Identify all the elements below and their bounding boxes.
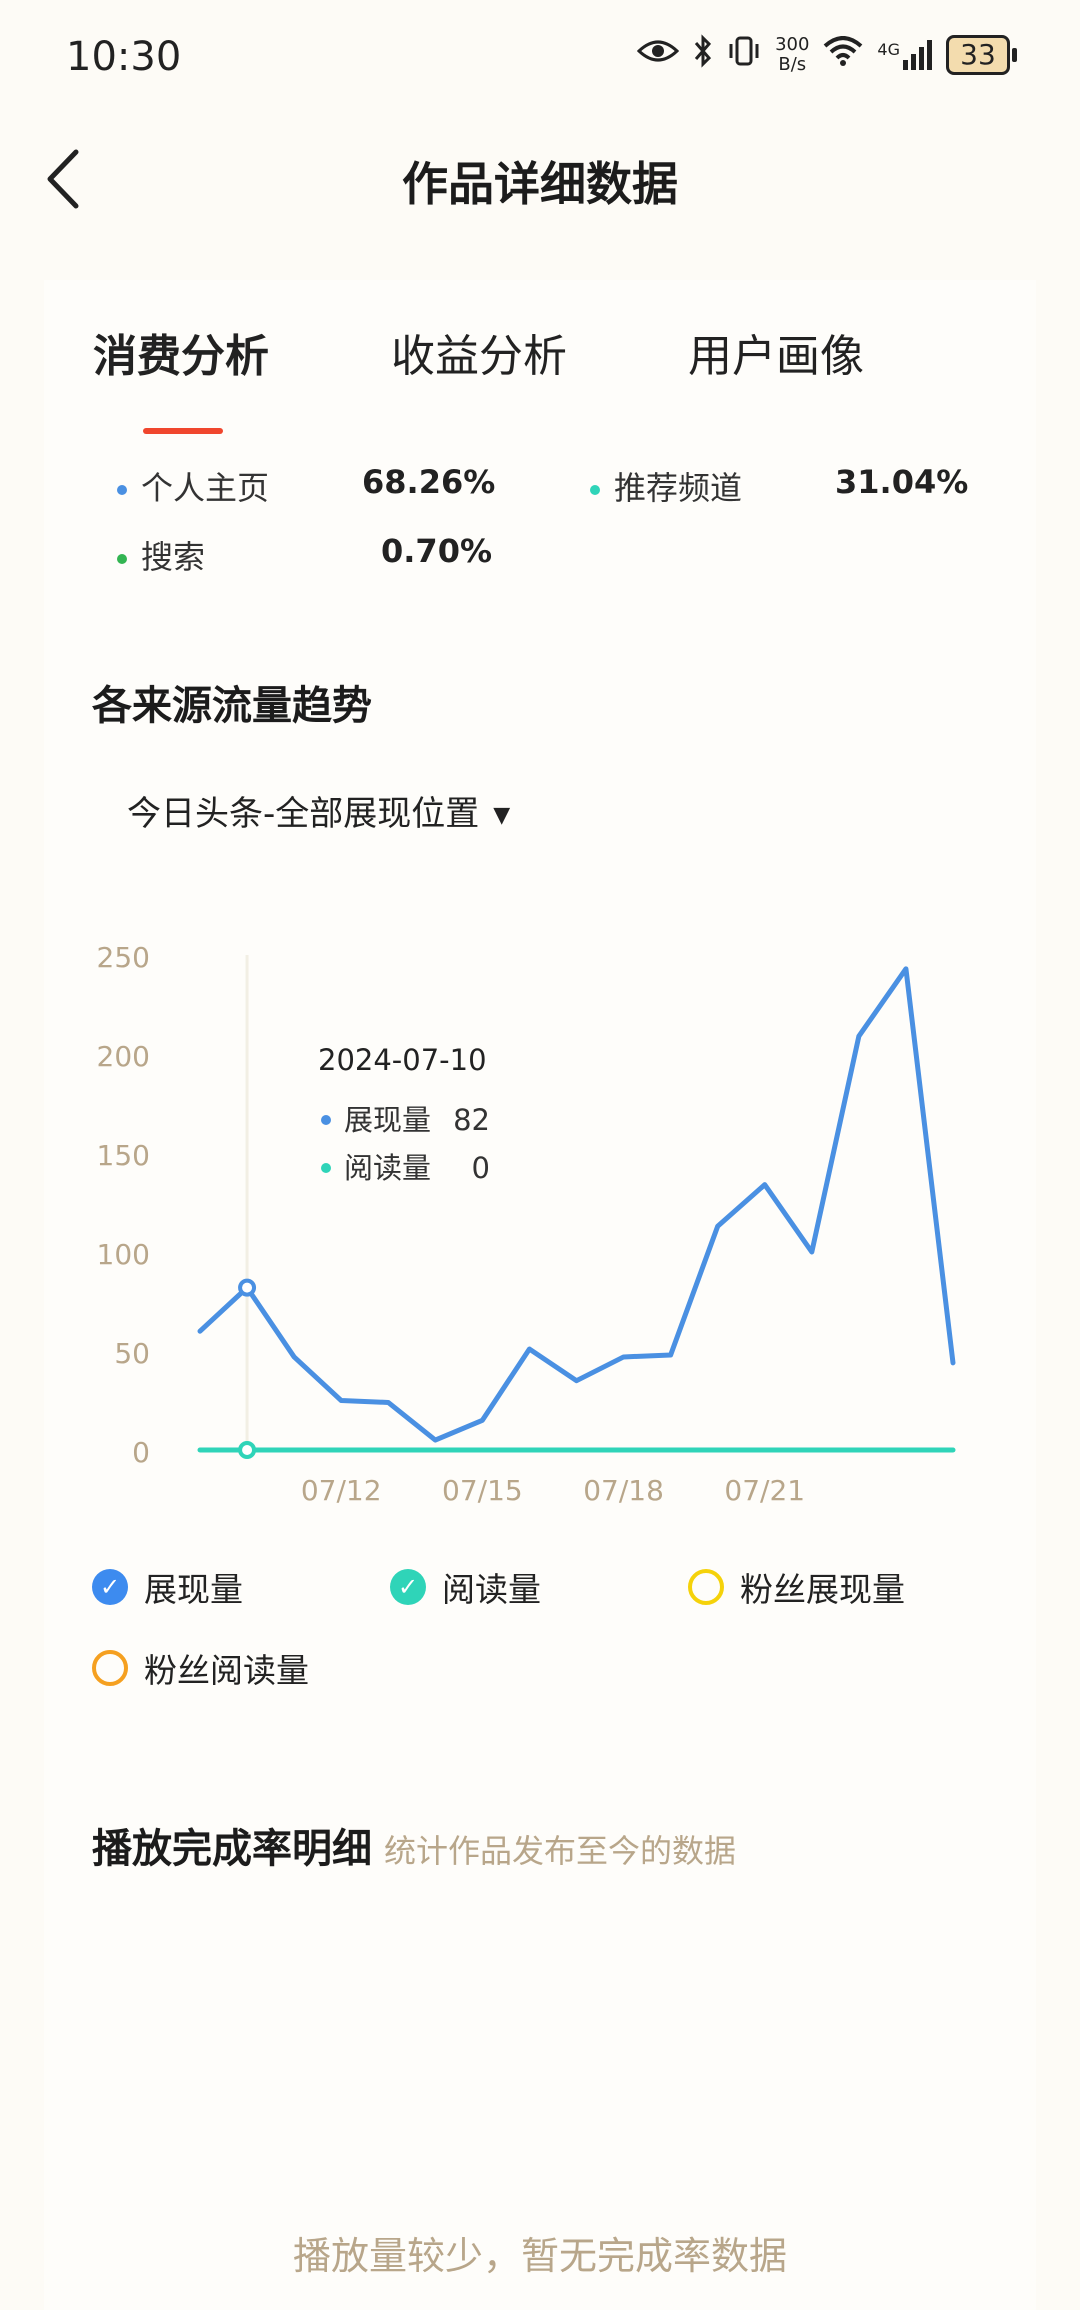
- traffic-trend-chart[interactable]: 0 50 100 150 200 250 07/12 07/15 07/18 07/21 2024-…: [0, 900, 1080, 1520]
- legend-dot: [117, 554, 127, 564]
- status-bar: 10:30 300 B/s 4G 33: [0, 0, 1080, 120]
- y-tick-label: 150: [97, 1139, 150, 1172]
- series-toggle-fan-reads[interactable]: 粉丝阅读量: [92, 1644, 309, 1692]
- source-select-dropdown[interactable]: 今日头条-全部展现位置 ▼: [127, 786, 510, 835]
- status-icons: 300 B/s 4G 33: [636, 34, 1017, 76]
- nav-bar: 作品详细数据: [0, 130, 1080, 230]
- x-tick-label: 07/12: [301, 1474, 382, 1507]
- tooltip-value: 82: [453, 1103, 490, 1137]
- vibrate-icon: [727, 36, 761, 74]
- tooltip-value: 0: [472, 1151, 490, 1185]
- tab-user-profile[interactable]: 用户画像: [688, 320, 864, 384]
- tab-consumption-analysis[interactable]: 消费分析: [93, 320, 269, 384]
- tooltip-label: 阅读量: [344, 1151, 431, 1185]
- series-toggle-fan-impressions[interactable]: 粉丝展现量: [688, 1563, 905, 1611]
- signal-icon: 4G: [877, 40, 932, 70]
- y-tick-label: 250: [97, 941, 150, 974]
- highlight-point: [238, 1441, 257, 1459]
- eye-icon: [636, 37, 680, 73]
- source-value-recommend: 31.04%: [835, 463, 969, 501]
- y-tick-label: 0: [132, 1436, 150, 1469]
- tooltip-date: 2024-07-10: [318, 1043, 487, 1077]
- checked-circle-icon: ✓: [92, 1569, 128, 1605]
- source-legend-search: 搜索: [117, 532, 205, 578]
- y-tick-label: 100: [97, 1238, 150, 1271]
- source-value-search: 0.70%: [381, 532, 493, 570]
- source-legend-recommend: 推荐频道: [590, 463, 742, 509]
- tab-bar: 消费分析 收益分析 用户画像: [48, 320, 948, 440]
- completion-subtitle: 统计作品发布至今的数据: [384, 1832, 737, 1870]
- series-line-impressions: [197, 966, 956, 1443]
- x-tick-label: 07/15: [442, 1474, 523, 1507]
- net-speed: 300 B/s: [775, 34, 810, 75]
- battery-icon: 33: [946, 35, 1017, 75]
- highlight-point: [238, 1278, 257, 1297]
- source-legend-personal: 个人主页: [117, 463, 269, 509]
- legend-dot: [590, 485, 600, 495]
- completion-empty-message: 播放量较少，暂无完成率数据: [292, 2234, 787, 2278]
- trend-section-title: 各来源流量趋势: [92, 683, 372, 729]
- y-tick-label: 200: [97, 1040, 150, 1073]
- status-time: 10:30: [66, 34, 182, 80]
- unchecked-circle-icon: [92, 1650, 128, 1686]
- unchecked-circle-icon: [688, 1569, 724, 1605]
- caret-down-icon: ▼: [493, 803, 511, 828]
- legend-dot: [117, 485, 127, 495]
- tab-revenue-analysis[interactable]: 收益分析: [391, 320, 567, 384]
- series-toggle-impressions[interactable]: ✓ 展现量: [92, 1563, 243, 1611]
- bluetooth-icon: [693, 34, 713, 76]
- page-title: 作品详细数据: [402, 157, 678, 211]
- source-value-personal: 68.26%: [362, 463, 496, 501]
- series-toggle-reads[interactable]: ✓ 阅读量: [390, 1563, 541, 1611]
- tooltip-dot: [321, 1115, 331, 1125]
- checked-circle-icon: ✓: [390, 1569, 426, 1605]
- wifi-icon: [823, 36, 863, 74]
- tab-active-indicator: [143, 428, 223, 434]
- tooltip-dot: [321, 1163, 331, 1173]
- x-tick-label: 07/21: [724, 1474, 805, 1507]
- tooltip-label: 展现量: [344, 1103, 431, 1137]
- x-tick-label: 07/18: [583, 1474, 664, 1507]
- completion-section-title: 播放完成率明细 统计作品发布至今的数据: [92, 1826, 737, 1872]
- y-tick-label: 50: [114, 1337, 150, 1370]
